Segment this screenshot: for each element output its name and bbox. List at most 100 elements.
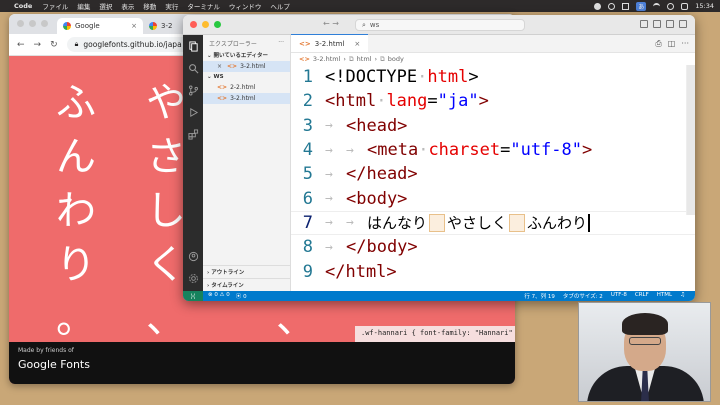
broadcast-icon: ⦿ bbox=[235, 294, 242, 300]
page-footer: Made by friends of Google Fonts bbox=[9, 342, 515, 384]
forward-arrow-icon[interactable]: → bbox=[332, 19, 339, 28]
notifications-bell-icon[interactable]: ♫ bbox=[680, 292, 685, 300]
menu-file[interactable]: ファイル bbox=[42, 1, 68, 11]
line-ending[interactable]: CRLF bbox=[635, 292, 649, 300]
account-icon[interactable] bbox=[183, 245, 203, 267]
tab-label: 3-2.html bbox=[314, 39, 345, 48]
wifi-icon[interactable] bbox=[653, 2, 661, 10]
back-arrow-icon[interactable]: ← bbox=[17, 40, 25, 50]
line-number: 6 bbox=[302, 188, 313, 209]
record-icon[interactable] bbox=[594, 2, 602, 10]
code-line: 1 <!DOCTYPE · html > bbox=[291, 65, 695, 89]
close-icon[interactable]: × bbox=[217, 63, 222, 70]
close-icon[interactable]: × bbox=[131, 22, 137, 30]
more-actions-icon[interactable]: ··· bbox=[278, 39, 284, 46]
explorer-sidebar: エクスプローラー ··· ⌄ 開いているエディター × <> 3-2.html … bbox=[203, 35, 291, 291]
open-editor-item[interactable]: × <> 3-2.html bbox=[203, 61, 290, 72]
close-icon[interactable]: × bbox=[354, 40, 360, 48]
encoding[interactable]: UTF-8 bbox=[611, 292, 627, 300]
language-mode[interactable]: HTML bbox=[657, 292, 672, 300]
customize-layout-icon[interactable] bbox=[679, 20, 687, 28]
url-text: googlefonts.github.io/japa bbox=[83, 40, 182, 49]
menu-terminal[interactable]: ターミナル bbox=[187, 1, 220, 11]
more-actions-icon[interactable]: ··· bbox=[681, 39, 689, 49]
extensions-icon[interactable] bbox=[183, 123, 203, 145]
line-number: 2 bbox=[302, 91, 313, 112]
token: <!DOCTYPE bbox=[325, 67, 418, 88]
vscode-window: ← → ⌕ ws エクスプローラー ··· ⌄ 開いているエディター × <> … bbox=[183, 15, 695, 301]
line-number: 3 bbox=[302, 115, 313, 136]
back-arrow-icon[interactable]: ← bbox=[323, 19, 330, 28]
token: はんなり bbox=[367, 214, 428, 233]
zoom-button[interactable] bbox=[214, 21, 221, 28]
code-editor[interactable]: 1 <!DOCTYPE · html > 2 <html · lang = "ja" > 3 →… bbox=[291, 65, 695, 291]
manage-gear-icon[interactable] bbox=[183, 267, 203, 289]
token: lang bbox=[386, 91, 428, 112]
search-icon[interactable] bbox=[183, 57, 203, 79]
control-center-icon[interactable] bbox=[681, 2, 689, 10]
whitespace: · bbox=[376, 91, 387, 112]
app-menu[interactable]: Code bbox=[14, 2, 32, 10]
tab-size[interactable]: タブのサイズ: 2 bbox=[563, 292, 603, 300]
explorer-icon[interactable] bbox=[183, 35, 203, 57]
reload-icon[interactable]: ↻ bbox=[50, 40, 58, 50]
split-editor-icon[interactable]: ◫ bbox=[668, 39, 676, 49]
file-item[interactable]: <> 2-2.html bbox=[203, 82, 290, 93]
command-center-search[interactable]: ⌕ ws bbox=[355, 19, 525, 31]
token: charset bbox=[428, 140, 501, 161]
timeline-section[interactable]: › タイムライン bbox=[203, 278, 291, 291]
remote-indicator-icon[interactable]: ⟩⟨ bbox=[183, 291, 203, 301]
close-button[interactable] bbox=[190, 21, 197, 28]
screen-icon[interactable] bbox=[622, 2, 630, 10]
tab-3-2-html[interactable]: <> 3-2.html × bbox=[291, 34, 369, 52]
menu-run[interactable]: 実行 bbox=[165, 1, 178, 11]
token: やさしく bbox=[447, 214, 508, 233]
cursor-position[interactable]: 行 7、列 19 bbox=[524, 292, 555, 300]
code-line: 3 → <head> bbox=[291, 114, 695, 138]
line-number: 1 bbox=[302, 67, 313, 88]
tag-icon: ⧉ bbox=[380, 54, 385, 63]
menu-window[interactable]: ウィンドウ bbox=[229, 1, 262, 11]
open-editors-section[interactable]: ⌄ 開いているエディター bbox=[203, 49, 290, 61]
outline-section[interactable]: › アウトライン bbox=[203, 265, 291, 278]
error-icon: ⊗ bbox=[208, 292, 213, 298]
vertical-scrollbar[interactable] bbox=[686, 65, 695, 215]
source-control-icon[interactable] bbox=[183, 79, 203, 101]
minimize-button[interactable] bbox=[202, 21, 209, 28]
menu-go[interactable]: 移動 bbox=[143, 1, 156, 11]
run-debug-icon[interactable] bbox=[183, 101, 203, 123]
menu-view[interactable]: 表示 bbox=[121, 1, 134, 11]
status-bar: ⟩⟨ ⊗ 0 ⚠ 0 ⦿ 0 行 7、列 19 タブのサイズ: 2 UTF-8 … bbox=[183, 291, 695, 301]
forward-arrow-icon[interactable]: → bbox=[34, 40, 42, 50]
vertical-text-column: ふ ん わ り 。 bbox=[51, 76, 101, 346]
glyph: 。 bbox=[56, 296, 96, 342]
token: </html> bbox=[325, 261, 397, 282]
menu-help[interactable]: ヘルプ bbox=[270, 1, 290, 11]
circle-icon[interactable] bbox=[608, 2, 616, 10]
indent-guide: → bbox=[325, 166, 333, 182]
google-fonts-logo[interactable]: Google Fonts bbox=[18, 358, 506, 371]
ports-indicator[interactable]: ⦿ 0 bbox=[236, 292, 247, 300]
token: > bbox=[478, 91, 489, 112]
input-mode-indicator[interactable]: あ bbox=[636, 1, 647, 11]
file-item[interactable]: <> 3-2.html bbox=[203, 93, 290, 104]
print-icon[interactable]: ⎙ bbox=[655, 39, 661, 49]
folder-ws[interactable]: ⌄ WS bbox=[203, 72, 290, 82]
breadcrumb-item[interactable]: 3-2.html bbox=[313, 55, 341, 63]
chevron-right-icon: › bbox=[374, 55, 378, 63]
zoom-button[interactable] bbox=[41, 20, 48, 27]
search-icon[interactable] bbox=[667, 2, 675, 10]
menu-edit[interactable]: 編集 bbox=[77, 1, 90, 11]
toggle-panel-icon[interactable] bbox=[653, 20, 661, 28]
breadcrumb-item[interactable]: html bbox=[357, 55, 372, 63]
menu-selection[interactable]: 選択 bbox=[99, 1, 112, 11]
problems-indicator[interactable]: ⊗ 0 ⚠ 0 bbox=[208, 292, 230, 300]
close-button[interactable] bbox=[17, 20, 24, 27]
toggle-sidebar-icon[interactable] bbox=[640, 20, 648, 28]
toggle-secondary-sidebar-icon[interactable] bbox=[666, 20, 674, 28]
tab-google[interactable]: Google × bbox=[57, 18, 143, 34]
breadcrumb-item[interactable]: body bbox=[388, 55, 404, 63]
indent-guide: → bbox=[325, 239, 333, 255]
token: </head> bbox=[346, 164, 418, 185]
minimize-button[interactable] bbox=[29, 20, 36, 27]
